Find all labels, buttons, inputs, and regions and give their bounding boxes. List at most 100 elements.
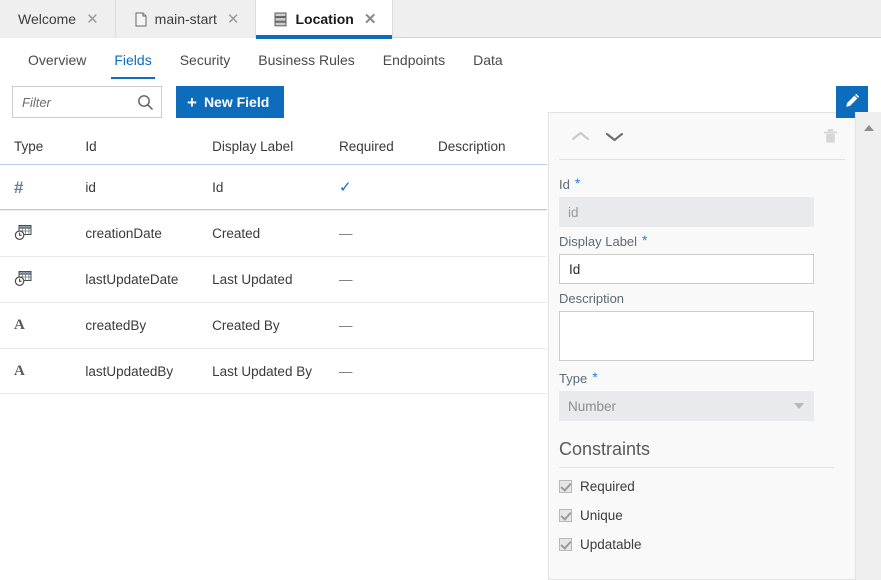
- alpha-icon: A: [14, 317, 25, 333]
- field-required-cell: —: [338, 272, 353, 287]
- column-header-required: Required: [338, 138, 394, 154]
- description-field-label: Description: [559, 291, 845, 306]
- alpha-icon: A: [14, 362, 25, 379]
- chevron-up-icon[interactable]: [563, 121, 597, 151]
- field-id-cell: creationDate: [85, 226, 162, 241]
- field-id-cell: lastUpdateDate: [85, 272, 179, 287]
- sub-tab-bar: Overview Fields Security Business Rules …: [0, 39, 881, 81]
- constraint-unique[interactable]: Unique: [559, 508, 845, 523]
- table-row[interactable]: A lastUpdatedBy Last Updated By —: [0, 348, 547, 394]
- field-id-cell: id: [85, 179, 96, 195]
- description-label-text: Description: [559, 291, 625, 306]
- field-required-cell: ✓: [338, 179, 352, 196]
- field-type-cell: #: [14, 179, 85, 196]
- plus-icon: +: [187, 92, 197, 112]
- id-field-label: Id *: [559, 175, 845, 192]
- fields-table: Type Id Display Label Required Descripti…: [0, 128, 547, 580]
- search-input[interactable]: [13, 87, 131, 117]
- display-label-text: Display Label: [559, 234, 638, 249]
- type-field-label: Type *: [559, 369, 845, 386]
- required-asterisk: *: [642, 232, 648, 248]
- tab-strip: Welcome ✕ main-start ✕ Location ✕: [0, 0, 881, 39]
- table-row[interactable]: # id Id ✓: [0, 164, 547, 210]
- tab-location[interactable]: Location ✕: [256, 0, 394, 39]
- panel-body: Id * Display Label * Description Type * …: [549, 160, 855, 552]
- display-label-field-label: Display Label *: [559, 232, 845, 249]
- table-row[interactable]: lastUpdateDate Last Updated —: [0, 256, 547, 302]
- table-row[interactable]: creationDate Created —: [0, 210, 547, 256]
- checkbox-icon[interactable]: [559, 538, 572, 551]
- constraint-updatable-label: Updatable: [580, 537, 642, 552]
- tab-main-start-label: main-start: [154, 11, 217, 27]
- hash-icon: #: [14, 177, 24, 197]
- calendar-clock-icon: [14, 224, 32, 244]
- field-label-cell: Last Updated: [212, 272, 293, 287]
- type-select[interactable]: Number: [559, 391, 814, 421]
- id-field-input[interactable]: [559, 197, 814, 227]
- table-header-row: Type Id Display Label Required Descripti…: [0, 128, 547, 164]
- close-icon[interactable]: ✕: [86, 12, 99, 27]
- required-asterisk: *: [574, 175, 581, 191]
- tab-main-start[interactable]: main-start ✕: [115, 0, 257, 38]
- type-label-text: Type: [559, 371, 588, 386]
- scroll-up-icon[interactable]: [856, 120, 881, 136]
- field-label-cell: Id: [212, 179, 224, 195]
- tab-welcome-label: Welcome: [18, 11, 77, 27]
- column-header-description: Description: [438, 138, 506, 154]
- column-header-id: Id: [85, 138, 97, 154]
- pencil-icon: [843, 92, 861, 113]
- column-header-display-label: Display Label: [212, 138, 294, 154]
- chevron-down-icon[interactable]: [597, 121, 631, 151]
- type-select-value: Number: [568, 398, 617, 414]
- checkbox-icon[interactable]: [559, 509, 572, 522]
- table-row[interactable]: A createdBy Created By —: [0, 302, 547, 348]
- field-type-cell: [14, 224, 85, 244]
- tab-endpoints[interactable]: Endpoints: [369, 42, 459, 79]
- tab-location-label: Location: [295, 11, 354, 27]
- close-icon[interactable]: ✕: [364, 12, 377, 27]
- constraint-required-label: Required: [580, 479, 635, 494]
- column-header-type: Type: [14, 138, 44, 154]
- close-icon[interactable]: ✕: [227, 12, 240, 27]
- panel-header: [549, 113, 855, 159]
- document-icon: [134, 12, 148, 27]
- field-required-cell: —: [338, 318, 353, 333]
- tab-security[interactable]: Security: [166, 42, 245, 79]
- constraint-required[interactable]: Required: [559, 479, 845, 494]
- field-label-cell: Created By: [212, 318, 280, 333]
- constraint-unique-label: Unique: [580, 508, 623, 523]
- description-textarea[interactable]: [559, 311, 814, 361]
- constraints-divider: [559, 467, 834, 468]
- trash-icon[interactable]: [817, 122, 843, 150]
- field-required-cell: —: [338, 363, 353, 379]
- field-type-cell: [14, 270, 85, 290]
- id-label-text: Id: [559, 177, 570, 192]
- field-id-cell: createdBy: [85, 318, 147, 333]
- fields-toolbar: + New Field: [12, 86, 285, 118]
- tab-fields[interactable]: Fields: [100, 42, 165, 79]
- field-type-cell: A: [14, 317, 85, 334]
- constraint-updatable[interactable]: Updatable: [559, 537, 845, 552]
- field-type-cell: A: [14, 363, 85, 380]
- required-asterisk: *: [592, 369, 598, 385]
- tab-welcome[interactable]: Welcome ✕: [0, 0, 116, 38]
- new-field-button[interactable]: + New Field: [176, 86, 285, 118]
- chevron-down-icon: [794, 403, 804, 409]
- new-field-label: New Field: [203, 94, 270, 110]
- field-required-cell: —: [338, 226, 353, 241]
- display-label-input[interactable]: [559, 254, 814, 284]
- field-id-cell: lastUpdatedBy: [85, 363, 174, 379]
- filter-box: [12, 86, 162, 118]
- tab-data[interactable]: Data: [459, 42, 517, 79]
- field-label-cell: Last Updated By: [212, 363, 312, 379]
- tab-overview[interactable]: Overview: [14, 42, 100, 79]
- field-label-cell: Created: [212, 226, 261, 241]
- calendar-clock-icon: [14, 270, 32, 290]
- database-icon: [274, 12, 288, 27]
- panel-scrollbar[interactable]: [855, 112, 881, 580]
- tab-business-rules[interactable]: Business Rules: [244, 42, 369, 79]
- field-detail-panel: Id * Display Label * Description Type * …: [548, 112, 855, 580]
- search-icon[interactable]: [137, 94, 154, 114]
- checkbox-icon[interactable]: [559, 480, 572, 493]
- constraints-heading: Constraints: [559, 439, 651, 459]
